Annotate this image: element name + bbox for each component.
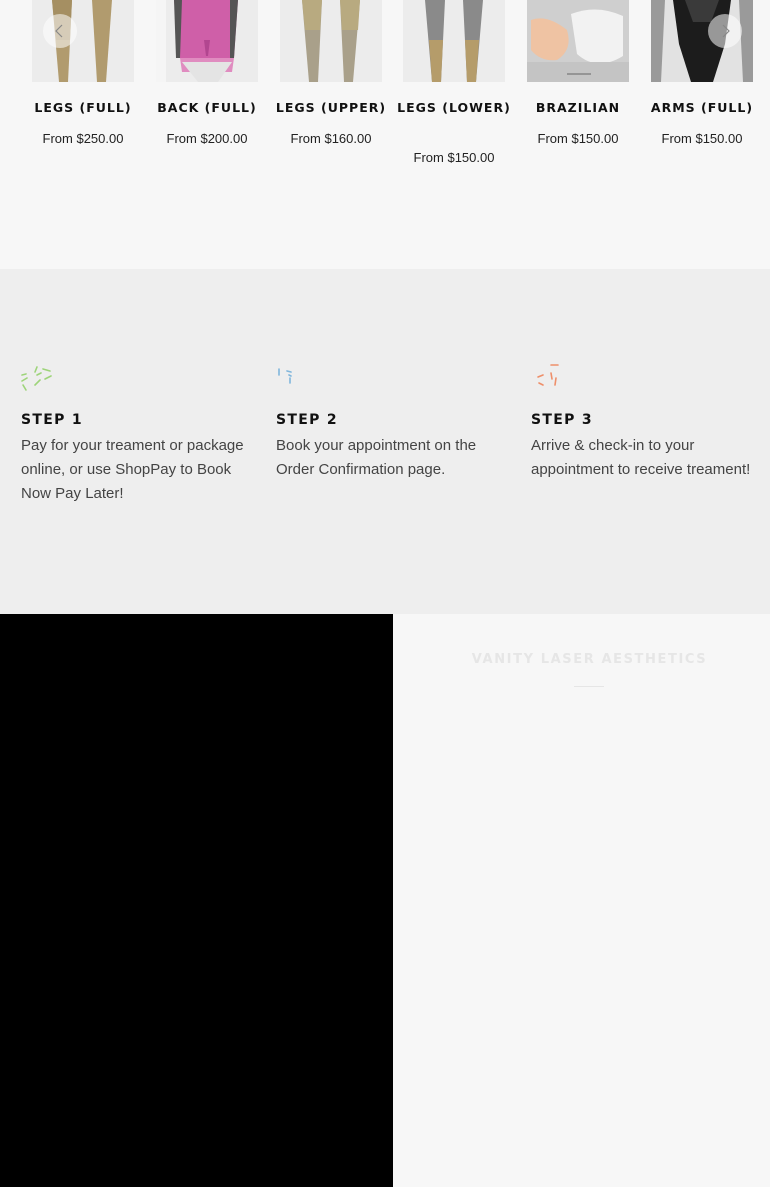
product-price: From $250.00 bbox=[42, 131, 124, 146]
product-title[interactable]: LEGS (UPPER) bbox=[268, 98, 394, 117]
product-image[interactable] bbox=[156, 0, 258, 82]
step-title: STEP 2 bbox=[276, 412, 338, 428]
title-divider bbox=[574, 686, 604, 687]
chevron-right-icon bbox=[708, 14, 742, 48]
sparkle-icon bbox=[276, 363, 308, 398]
product-image[interactable] bbox=[280, 0, 382, 82]
product-price: From $150.00 bbox=[537, 131, 619, 146]
product-title[interactable]: ARMS (FULL) bbox=[639, 98, 765, 117]
product-image[interactable] bbox=[403, 0, 505, 82]
step-description: Pay for your treament or package online,… bbox=[21, 437, 244, 502]
video-player[interactable] bbox=[0, 614, 393, 1187]
brand-panel: VANITY LASER AESTHETICS bbox=[393, 614, 770, 1187]
product-title[interactable]: LEGS (LOWER) bbox=[391, 98, 517, 117]
sparkle-icon bbox=[21, 363, 53, 398]
step-description: Book your appointment on the Order Confi… bbox=[276, 437, 477, 478]
step-title: STEP 3 bbox=[531, 412, 593, 428]
product-carousel: LEGS (FULL) From $250.00 BACK (FULL) Fro… bbox=[0, 0, 770, 269]
product-price: From $160.00 bbox=[290, 131, 372, 146]
product-price: From $200.00 bbox=[166, 131, 248, 146]
carousel-prev-button[interactable] bbox=[43, 14, 77, 48]
chevron-left-icon bbox=[43, 14, 77, 48]
product-title[interactable]: BRAZILIAN bbox=[515, 98, 641, 117]
product-title[interactable]: BACK (FULL) bbox=[144, 98, 270, 117]
sparkle-icon bbox=[531, 363, 563, 398]
product-title[interactable]: LEGS (FULL) bbox=[20, 98, 146, 117]
step-title: STEP 1 bbox=[21, 412, 83, 428]
brand-title: VANITY LASER AESTHETICS bbox=[471, 652, 708, 667]
product-price: From $150.00 bbox=[661, 131, 743, 146]
product-price: From $150.00 bbox=[413, 150, 495, 165]
carousel-next-button[interactable] bbox=[708, 14, 742, 48]
product-image[interactable] bbox=[527, 0, 629, 82]
booking-steps-section: STEP 1 Pay for your treament or package … bbox=[0, 269, 770, 614]
step-description: Arrive & check-in to your appointment to… bbox=[531, 437, 751, 478]
